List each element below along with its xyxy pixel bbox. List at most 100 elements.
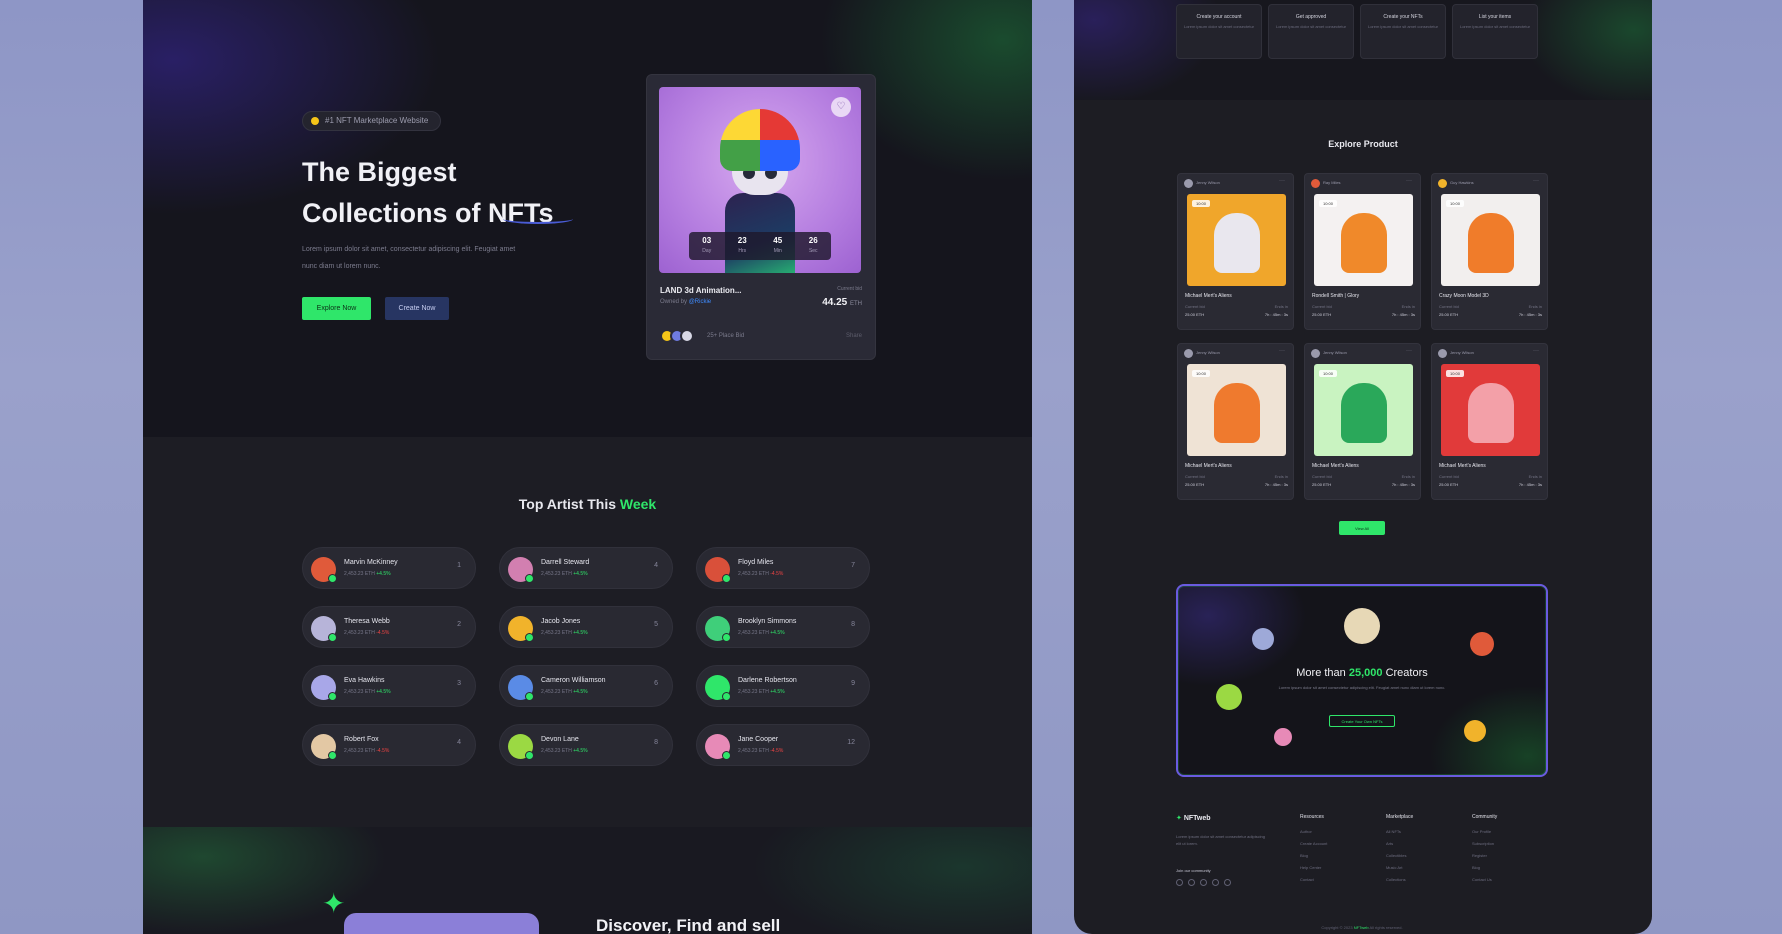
title-underline-decoration <box>503 214 573 224</box>
artist-card[interactable]: Cameron Williamson 2,453.23 ETH +4.5% 6 <box>499 665 673 707</box>
featured-nft-card[interactable]: ♡ 03 Day 23 Hrs 45 Min 26 Sec LAND 3d Animat… <box>646 74 876 360</box>
artist-sales: 2,453.23 ETH +4.5% <box>344 571 391 577</box>
owner-link[interactable]: @Rickie <box>689 299 711 305</box>
artist-rank: 4 <box>654 562 658 569</box>
product-owner: Jenny Wilson <box>1323 350 1347 355</box>
hero-title-line2: Collections of NFTs <box>302 198 554 228</box>
explore-now-button[interactable]: Explore Now <box>302 297 371 320</box>
product-image: 10:00 <box>1187 194 1286 286</box>
footer-link[interactable]: Blog <box>1472 862 1497 874</box>
footer-link[interactable]: Subscription <box>1472 838 1497 850</box>
more-icon[interactable]: ··· <box>1533 178 1539 184</box>
creators-banner: More than 25,000 Creators Lorem ipsum do… <box>1176 584 1548 777</box>
artist-card[interactable]: Darlene Robertson 2,453.23 ETH +4.5% 9 <box>696 665 870 707</box>
artist-card[interactable]: Marvin McKinney 2,453.23 ETH +4.5% 1 <box>302 547 476 589</box>
product-owner: Jenny Wilson <box>1196 350 1220 355</box>
footer-link[interactable]: Blog <box>1300 850 1327 862</box>
artist-card[interactable]: Floyd Miles 2,453.23 ETH -4.5% 7 <box>696 547 870 589</box>
footer-logo[interactable]: ✦ NFTweb <box>1176 814 1211 822</box>
artist-name: Theresa Webb <box>344 618 390 625</box>
footer-column-title: Community <box>1472 814 1498 820</box>
heart-icon[interactable]: ♡ <box>831 97 851 117</box>
avatar <box>508 616 534 642</box>
youtube-icon[interactable] <box>1224 879 1231 886</box>
step-title: Create your NFTs <box>1383 14 1423 20</box>
product-meta: Current bid Ends in <box>1439 474 1542 479</box>
footer-link[interactable]: Create Account <box>1300 838 1327 850</box>
product-card[interactable]: Jenny Wilson ··· 10:00 Michael Mert's Alien… <box>1177 343 1294 500</box>
footer-link[interactable]: Contact Us <box>1472 874 1497 886</box>
product-name: Michael Mert's Aliens <box>1439 463 1486 469</box>
artist-name: Jane Cooper <box>738 736 779 743</box>
product-image: 10:00 <box>1441 364 1540 456</box>
product-card[interactable]: Jenny Wilson ··· 10:00 Michael Mert's Alien… <box>1431 343 1548 500</box>
place-bid-text[interactable]: 25+ Place Bid <box>707 333 744 339</box>
timer-days: 03 Day <box>702 236 712 254</box>
step-text: Lorem ipsum dolor sit amet consectetur <box>1367 24 1439 29</box>
footer-link[interactable]: All NFTs <box>1386 826 1413 838</box>
footer-link[interactable]: Our Profile <box>1472 826 1497 838</box>
artist-name: Darrell Steward <box>541 559 590 566</box>
twitter-icon[interactable] <box>1188 879 1195 886</box>
product-card[interactable]: Jenny Wilson ··· 10:00 Michael Mert's Alien… <box>1177 173 1294 330</box>
artist-sales: 2,453.23 ETH +4.5% <box>541 748 588 754</box>
product-card[interactable]: Jenny Wilson ··· 10:00 Michael Mert's Alien… <box>1304 343 1421 500</box>
footer-link[interactable]: Contact <box>1300 874 1327 886</box>
artist-card[interactable]: Eva Hawkins 2,453.23 ETH +4.5% 3 <box>302 665 476 707</box>
product-name: Michael Mert's Aliens <box>1312 463 1359 469</box>
view-all-button[interactable]: View All <box>1339 521 1385 535</box>
facebook-icon[interactable] <box>1176 879 1183 886</box>
time-tag: 10:00 <box>1192 200 1210 207</box>
artist-name: Brooklyn Simmons <box>738 618 797 625</box>
artist-card[interactable]: Darrell Steward 2,453.23 ETH +4.5% 4 <box>499 547 673 589</box>
featured-nft-price: 44.25 ETH <box>822 297 862 308</box>
discover-section: ✦ Discover, Find and sell <box>143 827 1032 934</box>
social-links <box>1176 879 1231 886</box>
top-artists-section: Top Artist This Week Marvin McKinney 2,45… <box>143 437 1032 827</box>
artist-card[interactable]: Theresa Webb 2,453.23 ETH -4.5% 2 <box>302 606 476 648</box>
create-now-button[interactable]: Create Now <box>385 297 449 320</box>
footer-link[interactable]: Author <box>1300 826 1327 838</box>
artist-card[interactable]: Jacob Jones 2,453.23 ETH +4.5% 5 <box>499 606 673 648</box>
footer-link[interactable]: Arts <box>1386 838 1413 850</box>
artist-name: Marvin McKinney <box>344 559 398 566</box>
footer-link[interactable]: Help Center <box>1300 862 1327 874</box>
artist-rank: 6 <box>654 680 658 687</box>
hero-title: The Biggest Collections of NFTs <box>302 152 632 234</box>
footer-column: Community Our Profile Subscription Register… <box>1472 814 1497 886</box>
artist-card[interactable]: Devon Lane 2,453.23 ETH +4.5% 8 <box>499 724 673 766</box>
footer-link[interactable]: Collectibles <box>1386 850 1413 862</box>
footer-column: Marketplace All NFTs Arts Collectibles Music… <box>1386 814 1413 886</box>
artist-card[interactable]: Brooklyn Simmons 2,453.23 ETH +4.5% 8 <box>696 606 870 648</box>
footer-link[interactable]: Music Art <box>1386 862 1413 874</box>
create-own-nfts-button[interactable]: Create Your Own NFTs <box>1329 715 1395 727</box>
avatar <box>705 616 731 642</box>
product-meta: Current bid Ends in <box>1439 304 1542 309</box>
more-icon[interactable]: ··· <box>1533 348 1539 354</box>
footer-link[interactable]: Register <box>1472 850 1497 862</box>
more-icon[interactable]: ··· <box>1279 348 1285 354</box>
avatar <box>680 329 694 343</box>
avatar <box>1184 349 1193 358</box>
instagram-icon[interactable] <box>1200 879 1207 886</box>
artist-card[interactable]: Robert Fox 2,453.23 ETH -4.5% 4 <box>302 724 476 766</box>
artist-card[interactable]: Jane Cooper 2,453.23 ETH -4.5% 12 <box>696 724 870 766</box>
footer: ✦ NFTweb Lorem ipsum dolor sit amet cons… <box>1176 808 1548 934</box>
linkedin-icon[interactable] <box>1212 879 1219 886</box>
more-icon[interactable]: ··· <box>1406 348 1412 354</box>
product-card[interactable]: Guy Hawkins ··· 10:00 Crazy Moon Model 3D Cu… <box>1431 173 1548 330</box>
more-icon[interactable]: ··· <box>1279 178 1285 184</box>
timer-seconds: 26 Sec <box>808 236 818 254</box>
avatar <box>508 734 534 760</box>
product-owner: Guy Hawkins <box>1450 180 1474 185</box>
share-link[interactable]: Share <box>846 333 862 339</box>
step-text: Lorem ipsum dolor sit amet consectetur <box>1459 24 1531 29</box>
product-card[interactable]: Ray Miles ··· 10:00 Rondell Smith | Glory Cu… <box>1304 173 1421 330</box>
featured-nft-owner: Owned by @Rickie <box>660 299 712 305</box>
more-icon[interactable]: ··· <box>1406 178 1412 184</box>
product-name: Michael Mert's Aliens <box>1185 293 1232 299</box>
discover-title: Discover, Find and sell <box>596 916 781 934</box>
product-image: 10:00 <box>1187 364 1286 456</box>
step-card: List your items Lorem ipsum dolor sit ame… <box>1452 4 1538 59</box>
footer-link[interactable]: Collections <box>1386 874 1413 886</box>
